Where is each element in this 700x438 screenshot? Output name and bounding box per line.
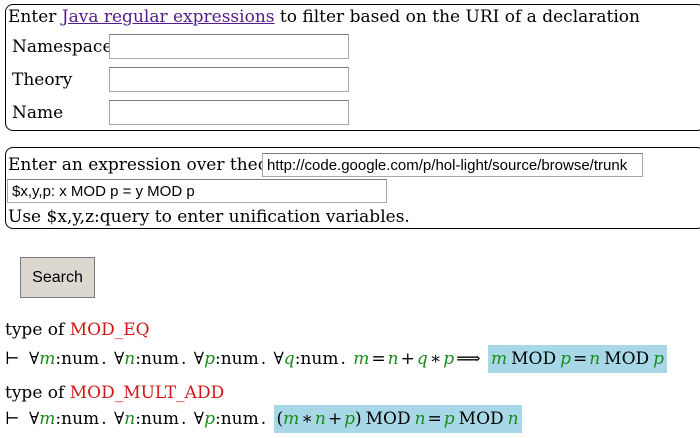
intro-text-after: to filter based on the URI of a declarat… <box>274 7 640 27</box>
dot: . <box>180 409 187 429</box>
variable-p: p <box>443 409 455 429</box>
right-paren: ) <box>354 409 362 429</box>
turnstile-symbol: ⊢ <box>5 409 20 429</box>
dot: . <box>101 349 107 369</box>
dot: . <box>101 409 107 429</box>
forall-symbol: ∀ <box>29 409 40 429</box>
name-label: Name <box>12 103 64 123</box>
forall-symbol: ∀ <box>193 349 205 369</box>
dot: . <box>260 409 267 429</box>
forall-symbol: ∀ <box>29 349 40 369</box>
highlighted-match[interactable]: m MOD p = n MOD p <box>487 345 668 373</box>
expression-theory-input[interactable] <box>262 153 643 177</box>
namespace-input[interactable] <box>109 34 349 59</box>
mod-operator: MOD <box>365 409 411 429</box>
search-button[interactable]: Search <box>20 257 95 298</box>
variable-m: m <box>490 349 508 369</box>
result-heading: type of MOD_EQ <box>5 320 150 340</box>
type-num: num <box>220 349 259 369</box>
plus: + <box>327 409 343 429</box>
theory-label: Theory <box>12 70 73 90</box>
result-heading: type of MOD_MULT_ADD <box>5 383 224 403</box>
plus: + <box>400 349 415 369</box>
variable-p: p <box>344 409 355 429</box>
constant-name[interactable]: MOD_EQ <box>70 320 150 340</box>
variable-p: p <box>443 349 455 369</box>
equals: = <box>371 349 386 369</box>
left-paren: ( <box>276 409 284 429</box>
variable-n: n <box>387 349 399 369</box>
type-num: num <box>140 409 179 429</box>
uri-filter-intro: Enter Java regular expressions to filter… <box>8 7 640 27</box>
unification-hint: Use $x,y,z:query to enter unification va… <box>8 207 410 227</box>
type-of-label: type of <box>5 320 65 340</box>
intro-text-before: Enter <box>8 7 62 27</box>
variable-p: p <box>560 349 571 369</box>
name-input[interactable] <box>109 100 349 125</box>
expression-prompt: Enter an expression over theory <box>8 155 286 175</box>
expression-query-input[interactable] <box>7 179 387 203</box>
mod-operator: MOD <box>458 409 504 429</box>
forall-symbol: ∀ <box>273 349 284 369</box>
variable-p: p <box>204 409 215 429</box>
variable-n: n <box>124 409 136 429</box>
type-of-label: type of <box>5 383 65 403</box>
variable-n: n <box>124 349 136 369</box>
type-num: num <box>220 409 259 429</box>
implies-symbol: ⟹ <box>456 349 481 369</box>
variable-n: n <box>414 409 426 429</box>
dot: . <box>180 349 187 369</box>
type-num: num <box>61 349 100 369</box>
expression-panel: Enter an expression over theory Use $x,y… <box>5 147 700 229</box>
java-regex-link[interactable]: Java regular expressions <box>62 7 275 27</box>
forall-symbol: ∀ <box>193 409 205 429</box>
result-formula: ⊢ ∀m:num. ∀n:num. ∀p:num. (m ∗ n + p) MOD n = p M… <box>5 405 522 433</box>
mod-operator: MOD <box>511 349 557 369</box>
type-num: num <box>300 349 339 369</box>
variable-p: p <box>204 349 215 369</box>
dot: . <box>340 349 346 369</box>
variable-m: m <box>353 349 370 369</box>
variable-n: n <box>589 349 601 369</box>
equals: = <box>427 409 442 429</box>
type-num: num <box>61 409 100 429</box>
mod-operator: MOD <box>604 349 650 369</box>
forall-symbol: ∀ <box>114 349 125 369</box>
forall-symbol: ∀ <box>114 409 125 429</box>
times: ∗ <box>301 409 313 429</box>
variable-m: m <box>39 349 56 369</box>
equals: = <box>572 349 588 369</box>
namespace-label: Namespace <box>12 37 113 57</box>
times: ∗ <box>429 349 442 369</box>
variable-n: n <box>314 409 326 429</box>
highlighted-match[interactable]: (m ∗ n + p) MOD n = p MOD n <box>273 405 522 433</box>
uri-filter-panel: Enter Java regular expressions to filter… <box>5 4 700 131</box>
type-num: num <box>140 349 179 369</box>
dot: . <box>260 349 267 369</box>
result-formula: ⊢ ∀m:num. ∀n:num. ∀p:num. ∀q:num. m = n + q ∗… <box>5 345 668 373</box>
variable-q: q <box>416 349 428 369</box>
variable-n: n <box>507 409 519 429</box>
theory-input[interactable] <box>109 67 349 92</box>
variable-m: m <box>283 409 300 429</box>
variable-p: p <box>653 349 665 369</box>
variable-m: m <box>39 409 56 429</box>
constant-name[interactable]: MOD_MULT_ADD <box>70 383 225 403</box>
variable-q: q <box>283 349 295 369</box>
turnstile-symbol: ⊢ <box>5 349 20 369</box>
